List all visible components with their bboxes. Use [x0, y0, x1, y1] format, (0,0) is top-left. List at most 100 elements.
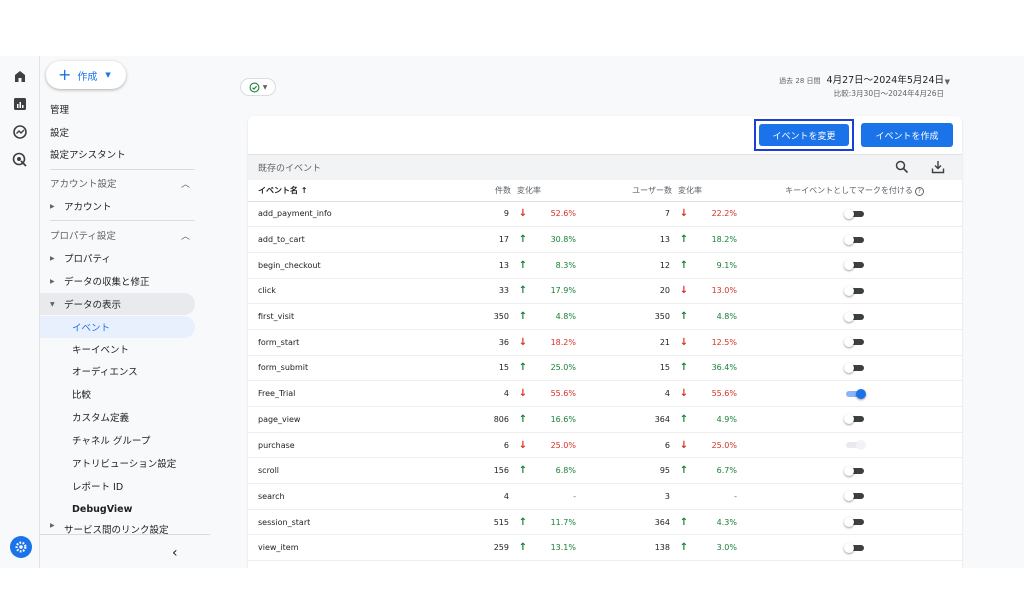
nav-admin[interactable]: 管理	[50, 100, 69, 118]
key-event-toggle[interactable]	[843, 414, 866, 425]
help-icon[interactable]: ?	[914, 186, 924, 196]
nav-data-display[interactable]: ▼ データの表示	[40, 293, 195, 315]
table-row[interactable]: begin_checkout 13 ↑ 8.3% 12 ↑ 9.1%	[248, 252, 962, 279]
nav-property[interactable]: ▶ プロパティ	[50, 249, 111, 267]
table-row[interactable]: add_payment_info 9 ↓ 52.6% 7 ↓ 22.2%	[248, 201, 962, 228]
event-count-cell: 33	[453, 278, 515, 305]
reports-icon[interactable]	[12, 96, 28, 112]
arrow-up-icon: ↑	[676, 252, 692, 279]
event-name-cell[interactable]: Free_Trial	[248, 380, 453, 407]
key-event-toggle[interactable]	[843, 517, 866, 528]
table-row[interactable]: click 33 ↑ 17.9% 20 ↓ 13.0%	[248, 278, 962, 305]
table-row[interactable]: form_start 36 ↓ 18.2% 21 ↓ 12.5%	[248, 329, 962, 356]
create-event-button[interactable]: イベントを作成	[861, 123, 953, 147]
left-rail	[0, 56, 40, 568]
nav-custom-definitions[interactable]: カスタム定義	[72, 408, 129, 426]
nav-data-collection[interactable]: ▶ データの収集と修正	[50, 272, 150, 290]
event-name-cell[interactable]: purchase	[248, 432, 453, 459]
compare-range: 比較:3月30日～2024年4月26日	[833, 89, 944, 98]
event-name-cell[interactable]: view_item	[248, 534, 453, 562]
col-event-name[interactable]: イベント名 ↑	[248, 180, 453, 202]
event-name-cell[interactable]: click	[248, 278, 453, 305]
nav-property-label: プロパティ	[64, 254, 111, 265]
nav-comparisons[interactable]: 比較	[72, 385, 91, 403]
table-row[interactable]: form_submit 15 ↑ 25.0% 15 ↑ 36.4%	[248, 355, 962, 382]
key-event-toggle[interactable]	[843, 311, 866, 322]
key-event-toggle[interactable]	[843, 491, 866, 502]
property-section-label: プロパティ設定	[50, 231, 116, 242]
nav-key-events[interactable]: キーイベント	[72, 340, 129, 358]
chevron-down-icon[interactable]: ▼	[945, 78, 950, 86]
col-key-event[interactable]: キーイベントとしてマークを付ける?	[747, 180, 962, 202]
nav-debugview[interactable]: DebugView	[72, 500, 132, 518]
gear-icon[interactable]	[10, 536, 32, 558]
nav-channel-groups[interactable]: チャネル グループ	[72, 431, 150, 449]
users-change-cell: 4.3%	[692, 509, 747, 536]
table-row[interactable]: Free_Trial 4 ↓ 55.6% 4 ↓ 55.6%	[248, 380, 962, 407]
existing-events-title: 既存のイベント	[258, 164, 322, 174]
expand-arrow-icon: ▶	[50, 254, 55, 262]
table-row[interactable]: page_view 806 ↑ 16.6% 364 ↑ 4.9%	[248, 406, 962, 433]
account-section-header[interactable]: アカウント設定 ︿	[50, 174, 190, 192]
event-name-cell[interactable]: add_payment_info	[248, 201, 453, 228]
arrow-down-icon: ↓	[515, 329, 531, 356]
col-users[interactable]: ユーザー数	[586, 180, 676, 202]
col-users-change[interactable]: 変化率	[676, 180, 747, 202]
chevron-left-icon[interactable]: ‹	[172, 545, 178, 561]
event-name-cell[interactable]: session_start	[248, 509, 453, 536]
key-event-toggle[interactable]	[843, 234, 866, 245]
table-row[interactable]: add_to_cart 17 ↑ 30.8% 13 ↑ 18.2%	[248, 226, 962, 253]
date-range-picker[interactable]: 過去 28 日間 4月27日～2024年5月24日 比較:3月30日～2024年4…	[779, 72, 944, 99]
explore-icon[interactable]	[12, 124, 28, 140]
search-icon[interactable]	[894, 159, 910, 175]
download-icon[interactable]	[930, 159, 946, 175]
event-name-cell[interactable]: search	[248, 483, 453, 510]
nav-report-id[interactable]: レポート ID	[72, 477, 123, 495]
event-name-cell[interactable]: page_view	[248, 406, 453, 433]
chevron-down-icon: ▼	[262, 83, 268, 91]
nav-attribution-settings[interactable]: アトリビューション設定	[72, 454, 176, 472]
col-change[interactable]: 変化率	[515, 180, 586, 202]
table-row[interactable]: purchase 6 ↓ 25.0% 6 ↓ 25.0%	[248, 432, 962, 459]
property-section-header[interactable]: プロパティ設定 ︿	[50, 226, 190, 244]
nav-audiences[interactable]: オーディエンス	[72, 362, 138, 380]
key-event-toggle[interactable]	[843, 285, 866, 296]
key-event-toggle[interactable]	[843, 208, 866, 219]
table-row[interactable]: scroll 156 ↑ 6.8% 95 ↑ 6.7%	[248, 457, 962, 485]
event-name-cell[interactable]: add_to_cart	[248, 226, 453, 253]
toggle-knob	[843, 517, 854, 528]
event-count-cell: 350	[453, 303, 515, 330]
modify-event-button[interactable]: イベントを変更	[759, 124, 849, 146]
key-event-toggle[interactable]	[843, 362, 866, 373]
table-row[interactable]: search 4-3-	[248, 483, 962, 510]
event-name-cell[interactable]: form_start	[248, 329, 453, 356]
key-event-toggle[interactable]	[843, 337, 866, 348]
event-count-cell: 806	[453, 406, 515, 433]
table-row[interactable]: session_start 515 ↑ 11.7% 364 ↑ 4.3%	[248, 509, 962, 536]
event-name-cell[interactable]: form_submit	[248, 355, 453, 382]
nav-setup-assistant[interactable]: 設定アシスタント	[50, 145, 126, 163]
toggle-knob	[843, 285, 854, 296]
event-count-cell: 4	[453, 483, 515, 510]
key-event-toggle[interactable]	[844, 388, 866, 399]
nav-service-links[interactable]: ▶ サービス間のリンク設定	[50, 522, 169, 534]
advertising-icon[interactable]	[12, 152, 28, 168]
nav-settings[interactable]: 設定	[50, 123, 69, 141]
key-event-toggle[interactable]	[843, 465, 866, 476]
users-change-cell: -	[692, 483, 747, 510]
data-quality-chip[interactable]: ▼	[240, 78, 276, 96]
create-button[interactable]: + 作成 ▼	[46, 61, 126, 89]
nav-events[interactable]: イベント	[40, 316, 195, 338]
event-name-cell[interactable]: scroll	[248, 457, 453, 485]
key-event-toggle[interactable]	[843, 260, 866, 271]
table-row[interactable]: first_visit 350 ↑ 4.8% 350 ↑ 4.8%	[248, 303, 962, 330]
home-icon[interactable]	[12, 68, 28, 84]
key-event-toggle[interactable]	[843, 542, 866, 553]
event-name-cell[interactable]: first_visit	[248, 303, 453, 330]
nav-account[interactable]: ▶ アカウント	[50, 197, 112, 215]
col-count[interactable]: 件数	[453, 180, 515, 202]
table-row[interactable]: view_item 259 ↑ 13.1% 138 ↑ 3.0%	[248, 534, 962, 562]
event-name-cell[interactable]: begin_checkout	[248, 252, 453, 279]
key-event-cell	[747, 483, 962, 510]
key-event-cell	[747, 201, 962, 228]
